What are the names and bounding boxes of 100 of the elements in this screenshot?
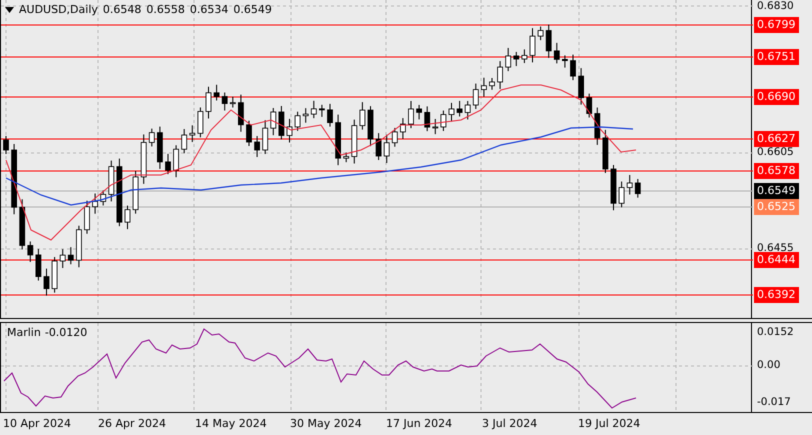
candlestick <box>254 136 260 158</box>
candlestick <box>360 102 366 130</box>
candlestick <box>310 100 317 119</box>
candlestick <box>27 240 34 262</box>
candlestick <box>286 118 292 143</box>
candlestick <box>497 60 503 90</box>
date-label: 10 Apr 2024 <box>3 417 72 430</box>
date-label: 3 Jul 2024 <box>482 417 538 430</box>
indicator-value: -0.0120 <box>44 326 88 339</box>
candlestick <box>384 134 390 164</box>
price-label: 0.6799 <box>754 17 798 33</box>
candlestick <box>610 164 616 211</box>
quote-value: 0.6549 <box>233 3 272 16</box>
candlestick <box>489 77 495 90</box>
candlestick <box>319 104 325 118</box>
candlestick <box>270 108 276 136</box>
candlestick <box>578 68 584 106</box>
price-label: 0.6578 <box>754 163 798 179</box>
candlestick <box>140 134 147 184</box>
candlestick <box>92 192 98 214</box>
candlestick <box>108 160 114 202</box>
candlestick <box>554 42 560 64</box>
candlestick <box>19 198 26 250</box>
dropdown-triangle-icon[interactable] <box>5 6 14 12</box>
quote-value: 0.6558 <box>146 3 185 16</box>
candlestick <box>538 26 544 41</box>
candlestick <box>505 47 512 72</box>
candlestick <box>84 200 90 234</box>
candlestick <box>626 174 633 196</box>
candlestick <box>68 246 74 265</box>
date-label: 19 Jul 2024 <box>578 417 640 430</box>
candlestick <box>416 104 422 120</box>
candlestick <box>294 111 300 132</box>
candlestick <box>230 96 236 108</box>
candlestick <box>302 108 309 124</box>
candlestick <box>376 132 382 160</box>
candlestick <box>60 248 66 269</box>
candlestick <box>562 54 568 68</box>
candlestick <box>343 152 350 163</box>
date-label: 14 May 2024 <box>195 417 267 430</box>
candlestick <box>189 124 196 143</box>
price-tick: 0.6605 <box>757 146 794 158</box>
candlestick <box>132 170 138 214</box>
candlestick <box>36 248 42 282</box>
candlestick <box>11 144 17 215</box>
candlestick <box>513 51 520 67</box>
price-label: 0.6525 <box>754 199 798 215</box>
candlestick <box>481 77 487 98</box>
candlestick <box>327 103 333 128</box>
candlestick <box>586 93 592 118</box>
candlestick <box>472 83 479 110</box>
candlestick <box>116 158 122 227</box>
price-label: 0.6392 <box>754 287 798 303</box>
indicator-tick: 0.00 <box>757 359 780 371</box>
candlestick <box>246 120 252 147</box>
candlestick <box>181 128 188 154</box>
price-tick: 0.6830 <box>757 0 794 12</box>
candlestick <box>148 128 155 147</box>
candlestick <box>522 48 528 64</box>
candlestick <box>198 106 204 138</box>
candlestick <box>570 54 576 81</box>
indicator-tick: 0.0152 <box>757 326 794 338</box>
candlestick <box>368 106 374 147</box>
quote-value: 0.6534 <box>190 3 228 16</box>
price-tick: 0.6455 <box>757 242 794 254</box>
candlestick <box>262 120 268 154</box>
candlestick <box>44 268 50 296</box>
price-label: 0.6627 <box>754 131 798 147</box>
candlestick <box>634 178 641 198</box>
price-label: 0.6751 <box>754 49 798 65</box>
date-label: 26 Apr 2024 <box>98 417 166 430</box>
candlestick <box>100 190 106 206</box>
candlestick <box>392 127 398 148</box>
candlestick <box>618 181 624 208</box>
candlestick <box>351 119 358 164</box>
date-label: 17 Jun 2024 <box>386 417 452 430</box>
candlestick <box>278 106 284 140</box>
candlestick <box>594 107 600 146</box>
candlestick <box>3 136 9 154</box>
candlestick <box>440 110 446 132</box>
date-label: 30 May 2024 <box>290 417 362 430</box>
candlestick <box>456 100 462 117</box>
candlestick <box>173 144 179 178</box>
candlestick <box>165 153 171 175</box>
candlestick <box>448 102 454 122</box>
candlestick <box>157 126 163 170</box>
indicator-tick: -0.017 <box>757 396 791 408</box>
candlestick <box>546 24 552 58</box>
quote-value: 0.6548 <box>102 3 142 16</box>
symbol-label: AUDUSD,Daily <box>19 3 98 16</box>
candlestick <box>424 106 430 132</box>
candlestick <box>206 86 212 119</box>
candlestick <box>602 129 608 174</box>
price-label: 0.6690 <box>754 89 798 105</box>
candlestick <box>222 92 228 112</box>
candlestick <box>76 225 82 268</box>
candlestick <box>464 100 471 120</box>
price-label: 0.6444 <box>754 252 798 268</box>
indicator-name: Marlin <box>7 326 41 339</box>
price-label: 0.6549 <box>754 183 798 199</box>
